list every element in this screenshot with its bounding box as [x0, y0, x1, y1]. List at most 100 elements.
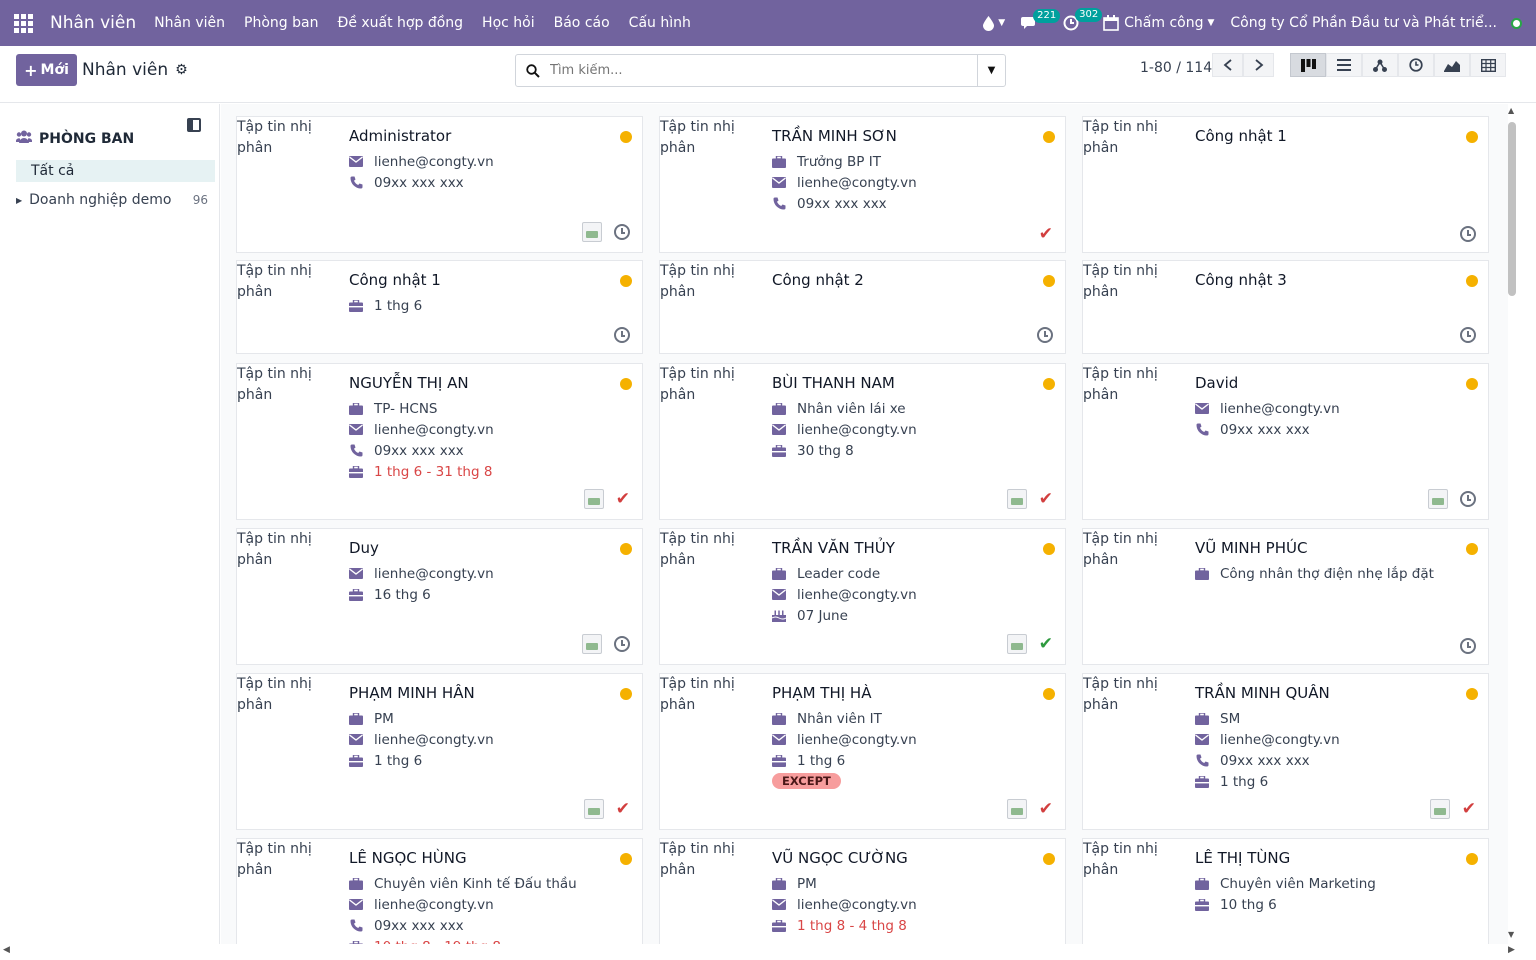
vertical-scrollbar[interactable]: ▲ ▼ [1508, 104, 1536, 944]
related-image-icon[interactable] [582, 634, 602, 654]
employee-card[interactable]: Tập tin nhị phân LÊ NGỌC HÙNG Chuyên viên … [236, 838, 643, 944]
scroll-down-arrow[interactable]: ▼ [1508, 930, 1514, 939]
gear-icon[interactable]: ⚙ [175, 62, 188, 78]
sidebar-item-demo-company[interactable]: ▶ Doanh nghiệp demo 96 [16, 192, 208, 208]
scrollbar-thumb[interactable] [1508, 122, 1516, 296]
employee-card[interactable]: Tập tin nhị phân BÙI THANH NAM Nhân viên l… [659, 363, 1066, 520]
checkmark-icon[interactable]: ✔ [1039, 226, 1053, 243]
checkmark-icon[interactable]: ✔ [616, 491, 630, 508]
employee-card[interactable]: Tập tin nhị phân Công nhật 3 [1082, 260, 1489, 354]
scroll-left-arrow[interactable]: ◀ [3, 945, 10, 955]
menu-contract-proposals[interactable]: Đề xuất hợp đồng [337, 15, 463, 31]
employee-card[interactable]: Tập tin nhị phân PHẠM MINH HÂN PM lienhe@co… [236, 673, 643, 830]
kanban-view-button[interactable] [1290, 53, 1326, 77]
sidebar-item-all[interactable]: Tất cả [16, 160, 215, 182]
pivot-view-button[interactable] [1470, 53, 1506, 77]
apps-menu-icon[interactable] [0, 0, 46, 46]
clock-icon[interactable] [1460, 638, 1476, 654]
detail-line: lienhe@congty.vn [1195, 729, 1340, 750]
employee-card[interactable]: Tập tin nhị phân TRẦN MINH SƠN Trưởng BP I… [659, 116, 1066, 253]
checkmark-icon[interactable]: ✔ [616, 801, 630, 818]
employee-card[interactable]: Tập tin nhị phân NGUYỄN THỊ AN TP- HCNS lie… [236, 363, 643, 520]
clock-icon[interactable] [1460, 491, 1476, 507]
employee-card[interactable]: Tập tin nhị phân Công nhật 2 [659, 260, 1066, 354]
scroll-right-arrow[interactable]: ▶ [1508, 945, 1515, 955]
clock-icon[interactable] [1460, 327, 1476, 343]
checkmark-icon[interactable]: ✔ [1039, 636, 1053, 653]
employee-avatar: Tập tin nhị phân [237, 119, 312, 156]
clock-icon[interactable] [1460, 226, 1476, 242]
search-input[interactable] [550, 63, 977, 78]
app-brand[interactable]: Nhân viên [50, 13, 136, 33]
suitcase-icon [349, 588, 363, 601]
employee-card[interactable]: Tập tin nhị phân Duy lienhe@congty.vn 16 th… [236, 528, 643, 665]
menu-departments[interactable]: Phòng ban [244, 15, 318, 31]
related-image-icon[interactable] [1006, 634, 1027, 654]
checkmark-icon[interactable]: ✔ [1039, 491, 1053, 508]
checkmark-icon[interactable]: ✔ [1039, 801, 1053, 818]
employee-avatar: Tập tin nhị phân [660, 119, 735, 156]
new-button[interactable]: + Mới [16, 54, 77, 86]
suitcase-icon [349, 754, 363, 767]
briefcase-icon [772, 402, 786, 415]
caret-right-icon[interactable]: ▶ [16, 196, 22, 205]
related-image-icon[interactable] [582, 222, 602, 242]
clock-icon[interactable] [614, 224, 630, 240]
detail-text: SM [1220, 710, 1241, 727]
pager-previous-button[interactable] [1212, 53, 1243, 77]
employee-details: Trưởng BP IT lienhe@congty.vn 09xx xxx xxx [772, 151, 917, 214]
related-image-icon[interactable] [1428, 489, 1448, 509]
search-options-toggle[interactable]: ▼ [977, 55, 1005, 86]
menu-configuration[interactable]: Cấu hình [629, 15, 691, 31]
detail-text: Nhân viên lái xe [797, 400, 906, 417]
menu-reports[interactable]: Báo cáo [554, 15, 610, 31]
employee-card[interactable]: Tập tin nhị phân TRẦN VĂN THỦY Leader code… [659, 528, 1066, 665]
pager-next-button[interactable] [1243, 53, 1274, 77]
employee-card[interactable]: Tập tin nhị phân Administrator lienhe@cong… [236, 116, 643, 253]
list-view-button[interactable] [1326, 53, 1362, 77]
employee-card[interactable]: Tập tin nhị phân VŨ NGỌC CƯỜNG PM lienhe@co… [659, 838, 1066, 944]
envelope-icon [1195, 403, 1209, 414]
related-image-icon[interactable] [1006, 489, 1027, 509]
clock-icon[interactable] [1037, 327, 1053, 343]
activities-icon[interactable]: 302 [1063, 8, 1103, 31]
presence-status-icon [1466, 853, 1478, 865]
employee-card[interactable]: Tập tin nhị phân VŨ MINH PHÚC Công nhân th… [1082, 528, 1489, 665]
clock-icon[interactable] [614, 636, 630, 652]
menu-learning[interactable]: Học hỏi [482, 15, 535, 31]
employee-card[interactable]: Tập tin nhị phân TRẦN MINH QUÂN SM lienhe@c… [1082, 673, 1489, 830]
pager-value[interactable]: 1-80 / 114 [1140, 60, 1212, 76]
company-switcher[interactable]: Công ty Cổ Phần Đầu tư và Phát triể... [1230, 15, 1497, 31]
related-image-icon[interactable] [1006, 799, 1027, 819]
related-image-icon[interactable] [583, 799, 604, 819]
employee-card[interactable]: Tập tin nhị phân Công nhật 1 1 thg 6 [236, 260, 643, 354]
hierarchy-view-button[interactable] [1362, 53, 1398, 77]
detail-line: Chuyên viên Marketing [1195, 873, 1376, 894]
graph-view-button[interactable] [1434, 53, 1470, 77]
activity-view-button[interactable] [1398, 53, 1434, 77]
employee-card[interactable]: Tập tin nhị phân Công nhật 1 [1082, 116, 1489, 253]
related-image-icon[interactable] [1429, 799, 1450, 819]
employee-name: BÙI THANH NAM [772, 374, 895, 392]
employee-card[interactable]: Tập tin nhị phân LÊ THỊ TÙNG Chuyên viên M… [1082, 838, 1489, 944]
menu-employees[interactable]: Nhân viên [154, 15, 225, 31]
user-presence-icon[interactable] [1511, 17, 1522, 29]
related-image-icon[interactable] [583, 489, 604, 509]
employee-card[interactable]: Tập tin nhị phân PHẠM THỊ HÀ Nhân viên IT l… [659, 673, 1066, 830]
presence-status-icon [1043, 378, 1055, 390]
presence-status-icon [1043, 853, 1055, 865]
detail-line: 09xx xxx xxx [349, 915, 577, 936]
clock-icon[interactable] [614, 327, 630, 343]
debug-drop-icon[interactable]: ▼ [983, 15, 1005, 31]
employee-card[interactable]: Tập tin nhị phân David lienhe@congty.vn 09x… [1082, 363, 1489, 520]
detail-text: 09xx xxx xxx [374, 442, 464, 459]
detail-line: Trưởng BP IT [772, 151, 917, 172]
scroll-up-arrow[interactable]: ▲ [1508, 106, 1514, 115]
attendance-menu[interactable]: Chấm công ▼ [1103, 15, 1214, 31]
employee-name: TRẦN MINH SƠN [772, 127, 897, 145]
detail-line: lienhe@congty.vn [772, 419, 917, 440]
messages-icon[interactable]: 221 [1021, 8, 1061, 31]
horizontal-scrollbar[interactable]: ◀ ▶ [0, 944, 1536, 960]
sidebar-toggle-icon[interactable] [187, 118, 201, 132]
checkmark-icon[interactable]: ✔ [1462, 801, 1476, 818]
